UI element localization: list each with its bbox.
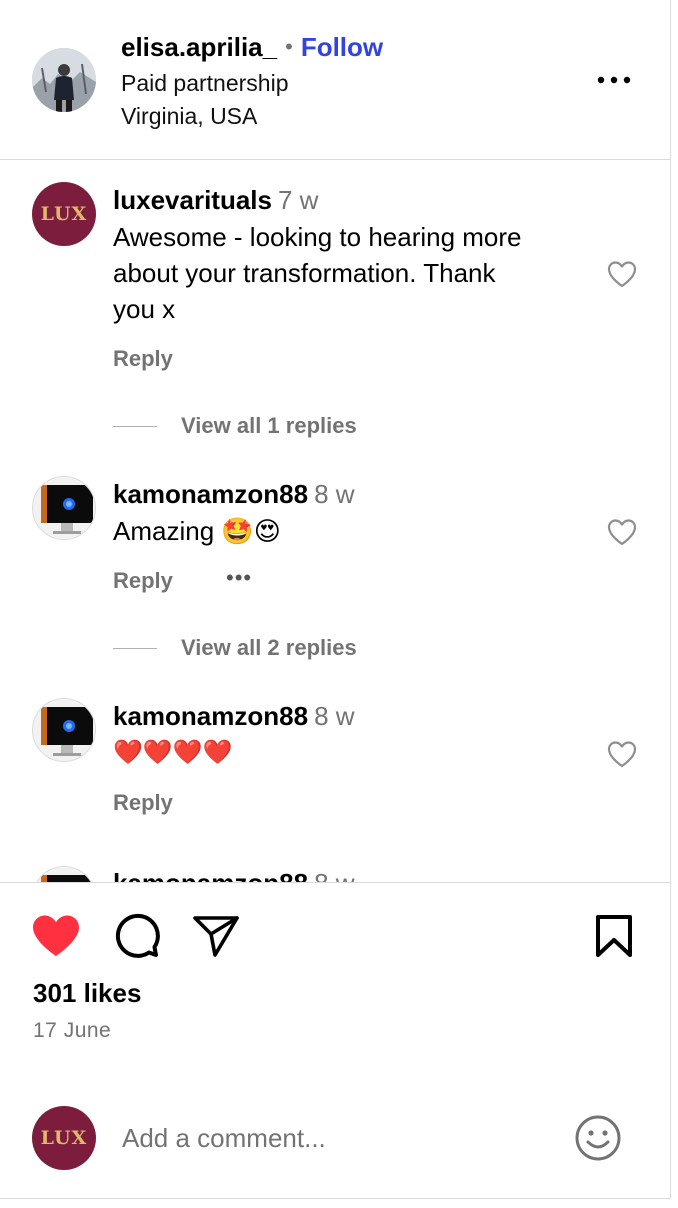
like-comment-heart-icon[interactable] (606, 259, 638, 289)
post-date[interactable]: 17 June (33, 1019, 111, 1043)
comment-text-line: Awesome - looking to hearing more (113, 222, 522, 252)
commenter-avatar[interactable]: LUX (32, 182, 96, 246)
commenter-avatar[interactable] (32, 698, 96, 762)
view-replies-button[interactable]: View all 1 replies (113, 411, 357, 441)
comment-icon[interactable] (112, 913, 160, 959)
comment-time: 8 w (314, 701, 355, 731)
comment-time: 8 w (314, 479, 355, 509)
comment-author[interactable]: kamonamzon88 (113, 701, 308, 731)
view-replies-button[interactable]: View all 2 replies (113, 633, 357, 663)
location-label[interactable]: Virginia, USA (121, 103, 257, 130)
comment-text: Amazing 🤩😍 (113, 516, 281, 546)
likes-count[interactable]: 301 likes (33, 978, 141, 1009)
comment-time: 8 w (314, 868, 354, 882)
post-header: elisa.aprilia_ • Follow Paid partnership… (0, 0, 671, 160)
like-heart-icon[interactable] (31, 914, 81, 958)
reply-button[interactable]: Reply (113, 568, 173, 594)
comment-author[interactable]: kamonamzon88 (113, 479, 308, 509)
comment-options-button[interactable]: ••• (226, 565, 252, 591)
send-icon[interactable] (192, 914, 240, 958)
lux-logo: LUX (40, 203, 88, 225)
comment-text: Awesome - looking to hearing more about … (113, 219, 583, 327)
comment-author-row: luxevarituals 7 w (113, 185, 318, 216)
paid-partnership-label[interactable]: Paid partnership (121, 70, 289, 97)
commenter-avatar[interactable] (32, 476, 96, 540)
author-avatar[interactable] (32, 48, 96, 112)
comment-text: ❤️❤️❤️❤️ (113, 739, 233, 766)
comment-text-line: you x (113, 294, 176, 324)
view-replies-label: View all 2 replies (181, 635, 357, 660)
comment-author-row: kamonamzon88 8 w (113, 868, 355, 882)
follow-button[interactable]: Follow (301, 32, 383, 63)
header-title-row: elisa.aprilia_ • Follow (121, 30, 383, 64)
post-panel: elisa.aprilia_ • Follow Paid partnership… (0, 0, 671, 1199)
more-options-icon[interactable] (596, 68, 632, 92)
author-username[interactable]: elisa.aprilia_ (121, 32, 277, 63)
view-replies-label: View all 1 replies (181, 413, 357, 438)
reply-button[interactable]: Reply (113, 346, 173, 372)
reply-button[interactable]: Reply (113, 790, 173, 816)
comment-author-row: kamonamzon888 w (113, 479, 355, 510)
like-comment-heart-icon[interactable] (606, 739, 638, 769)
separator-dot: • (285, 34, 293, 59)
current-user-avatar: LUX (32, 1106, 96, 1170)
comment-author[interactable]: kamonamzon88 (113, 868, 308, 882)
comment-time: 7 w (277, 185, 319, 215)
smiley-icon[interactable] (574, 1114, 622, 1162)
commenter-avatar[interactable] (32, 866, 96, 882)
add-comment-input[interactable] (122, 1120, 552, 1156)
comment-author-row: kamonamzon888 w (113, 701, 355, 732)
replies-divider (113, 647, 157, 649)
comment-text-line: about your transformation. Thank (113, 258, 496, 288)
bookmark-icon[interactable] (594, 914, 634, 958)
actions-divider (0, 882, 671, 883)
comment-author[interactable]: luxevarituals (113, 185, 272, 215)
like-comment-heart-icon[interactable] (606, 517, 638, 547)
lux-logo: LUX (40, 1127, 88, 1149)
comments-list[interactable]: LUX luxevarituals 7 w Awesome - looking t… (0, 161, 671, 882)
replies-divider (113, 425, 157, 427)
